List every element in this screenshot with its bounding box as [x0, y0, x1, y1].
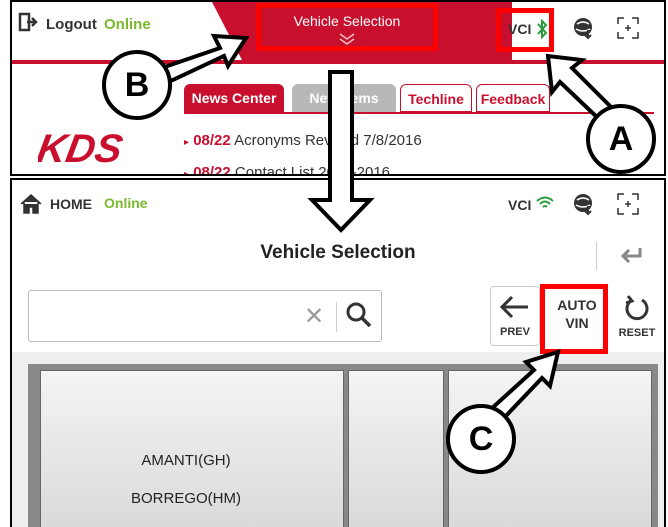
left-arrow-icon [499, 295, 528, 319]
reset-icon [625, 295, 649, 321]
search-icon[interactable] [346, 302, 372, 328]
logout-icon[interactable] [18, 12, 38, 32]
tab-new-items[interactable]: New Items [292, 84, 396, 112]
bottom-screenshot: HOME Online VCI Vehicle Selection ✕ PREV… [10, 178, 666, 527]
search-divider [336, 302, 337, 332]
prev-button[interactable]: PREV [490, 286, 540, 346]
news-title: Acronyms Revised 7/8/2016 [234, 132, 422, 149]
prev-label: PREV [500, 326, 530, 338]
home-button[interactable]: HOME [50, 196, 92, 212]
news-item[interactable]: ▸ 08/22 Contact List 2016-2016 [184, 164, 391, 176]
globe-download-icon[interactable] [572, 192, 596, 216]
clear-icon[interactable]: ✕ [304, 302, 324, 331]
fullscreen-icon[interactable] [616, 192, 640, 216]
home-icon[interactable] [20, 194, 42, 214]
logout-button[interactable]: Logout [46, 16, 97, 33]
vci-status[interactable]: VCI [508, 197, 531, 213]
callout-b: B [102, 50, 172, 120]
globe-download-icon[interactable] [572, 16, 596, 40]
news-date: 08/22 [193, 164, 231, 176]
model-item[interactable]: BORREGO(HM) [28, 490, 344, 507]
tab-underline [184, 112, 654, 114]
divider [596, 242, 597, 270]
svg-text:KDS: KDS [38, 126, 126, 170]
page-title: Vehicle Selection [260, 242, 416, 263]
callout-c: C [446, 404, 516, 474]
back-arrow-icon[interactable] [618, 244, 644, 268]
wifi-icon [536, 196, 554, 208]
news-date: 08/22 [193, 132, 231, 149]
bluetooth-icon [537, 19, 548, 39]
vehicle-selection-button[interactable]: Vehicle Selection [247, 13, 447, 29]
reset-label: RESET [618, 327, 656, 339]
fullscreen-icon[interactable] [616, 16, 640, 40]
connection-status: Online [104, 195, 148, 211]
vci-status[interactable]: VCI [508, 21, 531, 37]
news-item[interactable]: ▸ 08/22 Acronyms Revised 7/8/2016 [184, 132, 422, 149]
model-grid: AMANTI(GH) BORREGO(HM) [28, 364, 658, 527]
tab-techline[interactable]: Techline [400, 84, 472, 112]
connection-status: Online [104, 16, 151, 33]
search-input[interactable] [28, 290, 382, 342]
highlight-box-c [540, 284, 608, 354]
callout-a: A [586, 104, 656, 174]
news-title: Contact List 2016-2016 [234, 164, 391, 176]
reset-button[interactable]: RESET [612, 286, 662, 346]
model-item[interactable]: AMANTI(GH) [28, 452, 344, 469]
kds-logo: KDS [38, 126, 126, 170]
tab-news-center[interactable]: News Center [184, 84, 284, 112]
model-column [348, 370, 444, 527]
tab-feedback[interactable]: Feedback [476, 84, 550, 112]
chevron-down-icon [339, 33, 355, 45]
